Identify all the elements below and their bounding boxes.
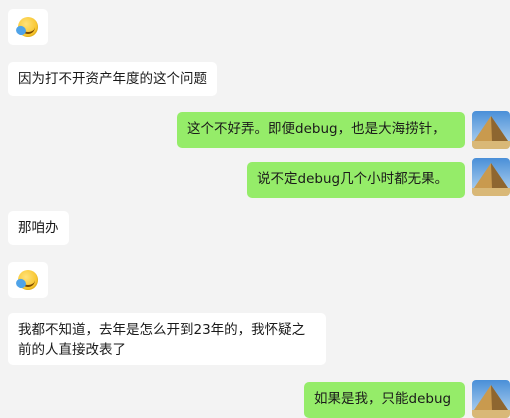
message-text: 因为打不开资产年度的这个问题 — [18, 71, 207, 87]
message-bubble-emoji[interactable] — [8, 262, 48, 298]
avatar[interactable] — [472, 380, 510, 418]
message-bubble-emoji[interactable] — [8, 9, 48, 45]
pyramid-avatar-icon — [472, 111, 510, 149]
message-bubble-incoming[interactable]: 我都不知道，去年是怎么开到23年的，我怀疑之前的人直接改表了 — [8, 313, 326, 365]
avatar[interactable] — [472, 111, 510, 149]
message-text: 我都不知道，去年是怎么开到23年的，我怀疑之前的人直接改表了 — [18, 322, 306, 358]
message-text: 这个不好弄。即便debug，也是大海捞针， — [187, 121, 446, 137]
message-text: 那咱办 — [18, 220, 59, 236]
message-text: 如果是我，只能debug — [314, 391, 452, 407]
message-bubble-incoming[interactable]: 因为打不开资产年度的这个问题 — [8, 62, 217, 96]
grinning-sweat-icon — [18, 17, 38, 37]
pyramid-avatar-icon — [472, 158, 510, 196]
message-bubble-incoming[interactable]: 那咱办 — [8, 211, 69, 245]
grinning-sweat-icon — [18, 270, 38, 290]
message-bubble-outgoing[interactable]: 说不定debug几个小时都无果。 — [247, 162, 465, 198]
message-text: 说不定debug几个小时都无果。 — [257, 171, 449, 187]
pyramid-avatar-icon — [472, 380, 510, 418]
message-bubble-outgoing[interactable]: 如果是我，只能debug — [304, 382, 465, 418]
chat-area: 因为打不开资产年度的这个问题 这个不好弄。即便debug，也是大海捞针， 说不定… — [0, 0, 510, 418]
message-bubble-outgoing[interactable]: 这个不好弄。即便debug，也是大海捞针， — [177, 112, 465, 148]
avatar[interactable] — [472, 158, 510, 196]
